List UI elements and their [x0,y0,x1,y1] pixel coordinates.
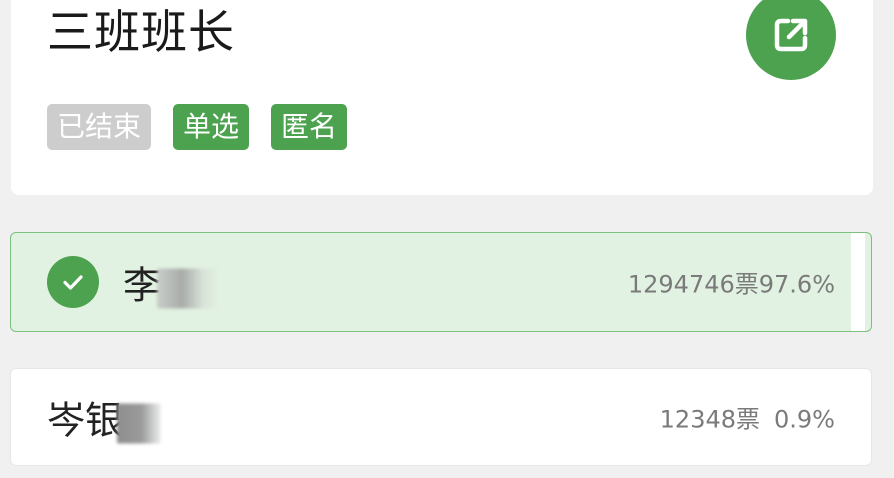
share-button[interactable] [746,0,836,80]
vote-count: 1294746票 [627,270,759,299]
option-edge-strip [851,233,865,331]
vote-count: 12348票 [659,405,761,434]
vote-percent: 97.6% [758,270,835,299]
option-name: 岑银 [47,390,162,445]
option-stats: 1294746票97.6% [628,265,835,300]
single-choice-badge: 单选 [173,104,250,150]
option-name-text: 李 [123,263,162,308]
share-external-icon [774,18,808,52]
poll-option-1[interactable]: 李 1294746票97.6% [10,232,872,332]
poll-header-card: 三班班长 已结束 单选 匿名 [11,0,873,195]
vote-percent: 0.9% [774,405,835,434]
poll-tags: 已结束 单选 匿名 [47,104,348,150]
redacted-name-blur [117,403,162,443]
option-name-text: 岑银 [47,398,124,443]
option-name: 李 [123,255,220,310]
poll-title: 三班班长 [47,5,235,59]
redacted-name-blur [157,268,220,308]
poll-option-2[interactable]: 岑银 12348票 0.9% [10,368,872,466]
check-circle-icon [47,256,99,308]
status-badge: 已结束 [47,104,152,150]
anonymous-badge: 匿名 [271,104,348,150]
option-stats: 12348票 0.9% [660,400,835,435]
